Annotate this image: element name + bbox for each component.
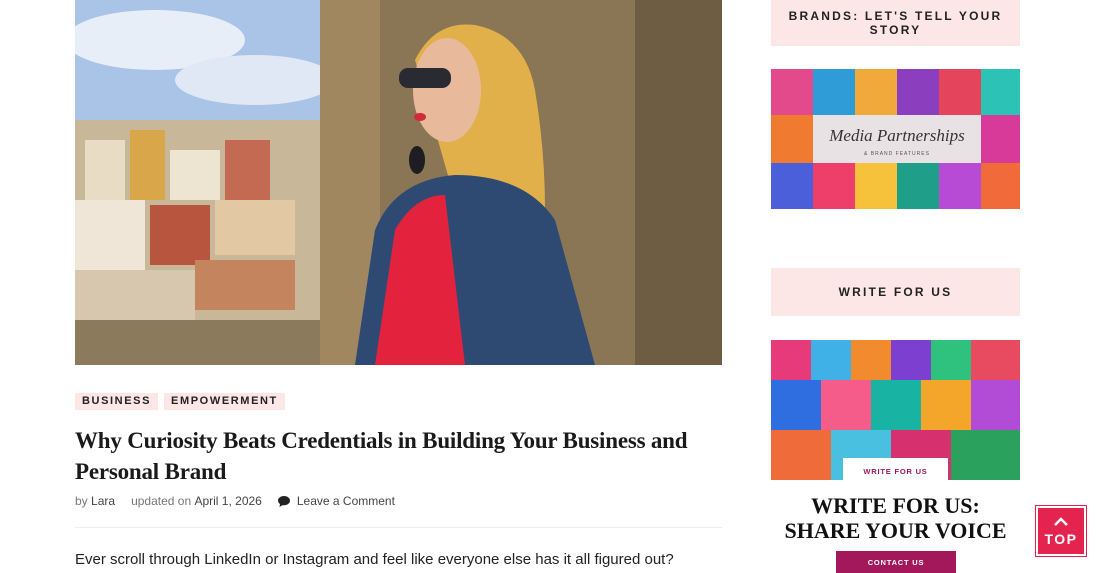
write-banner-tag: WRITE FOR US (863, 467, 927, 476)
top-label: TOP (1044, 531, 1078, 547)
chevron-up-icon (1054, 517, 1068, 526)
write-for-us-banner[interactable]: WRITE FOR US WRITE FOR US: SHARE YOUR VO… (771, 340, 1020, 573)
brands-heading-box: BRANDS: LET'S TELL YOUR STORY (771, 0, 1020, 46)
post-date: April 1, 2026 (194, 494, 262, 508)
media-partnerships-banner[interactable]: Media Partnerships & BRAND FEATURES (771, 69, 1020, 209)
page: BUSINESS EMPOWERMENT Why Curiosity Beats… (0, 0, 1100, 573)
category-business[interactable]: BUSINESS (75, 393, 159, 410)
post-meta: by Lara updated on April 1, 2026 Leave a… (75, 494, 395, 508)
leave-comment-link[interactable]: Leave a Comment (297, 494, 395, 508)
media-banner-script-text: Media Partnerships (828, 126, 965, 145)
write-banner-headline-2: SHARE YOUR VOICE (784, 518, 1006, 543)
post-title[interactable]: Why Curiosity Beats Credentials in Build… (75, 425, 695, 487)
write-banner-headline-1: WRITE FOR US: (811, 493, 980, 518)
hero-photo (75, 0, 722, 365)
media-partnerships-image: Media Partnerships & BRAND FEATURES (771, 69, 1020, 209)
post-hero-image[interactable] (75, 0, 722, 365)
post-excerpt: Ever scroll through LinkedIn or Instagra… (75, 551, 674, 568)
brands-heading: BRANDS: LET'S TELL YOUR STORY (788, 9, 1003, 37)
comment-icon (277, 495, 290, 507)
author-link[interactable]: Lara (91, 494, 115, 508)
post-categories: BUSINESS EMPOWERMENT (75, 393, 285, 410)
meta-updated-prefix: updated on (131, 494, 192, 508)
divider (75, 527, 722, 528)
media-banner-subtext: & BRAND FEATURES (864, 151, 930, 157)
write-for-us-heading: WRITE FOR US (838, 285, 953, 299)
write-for-us-image: WRITE FOR US WRITE FOR US: SHARE YOUR VO… (771, 340, 1020, 573)
write-for-us-heading-box: WRITE FOR US (771, 268, 1020, 316)
meta-by: by (75, 494, 88, 508)
scroll-to-top-button[interactable]: TOP (1035, 505, 1087, 557)
category-empowerment[interactable]: EMPOWERMENT (164, 393, 285, 410)
contact-us-label: CONTACT US (868, 558, 925, 567)
